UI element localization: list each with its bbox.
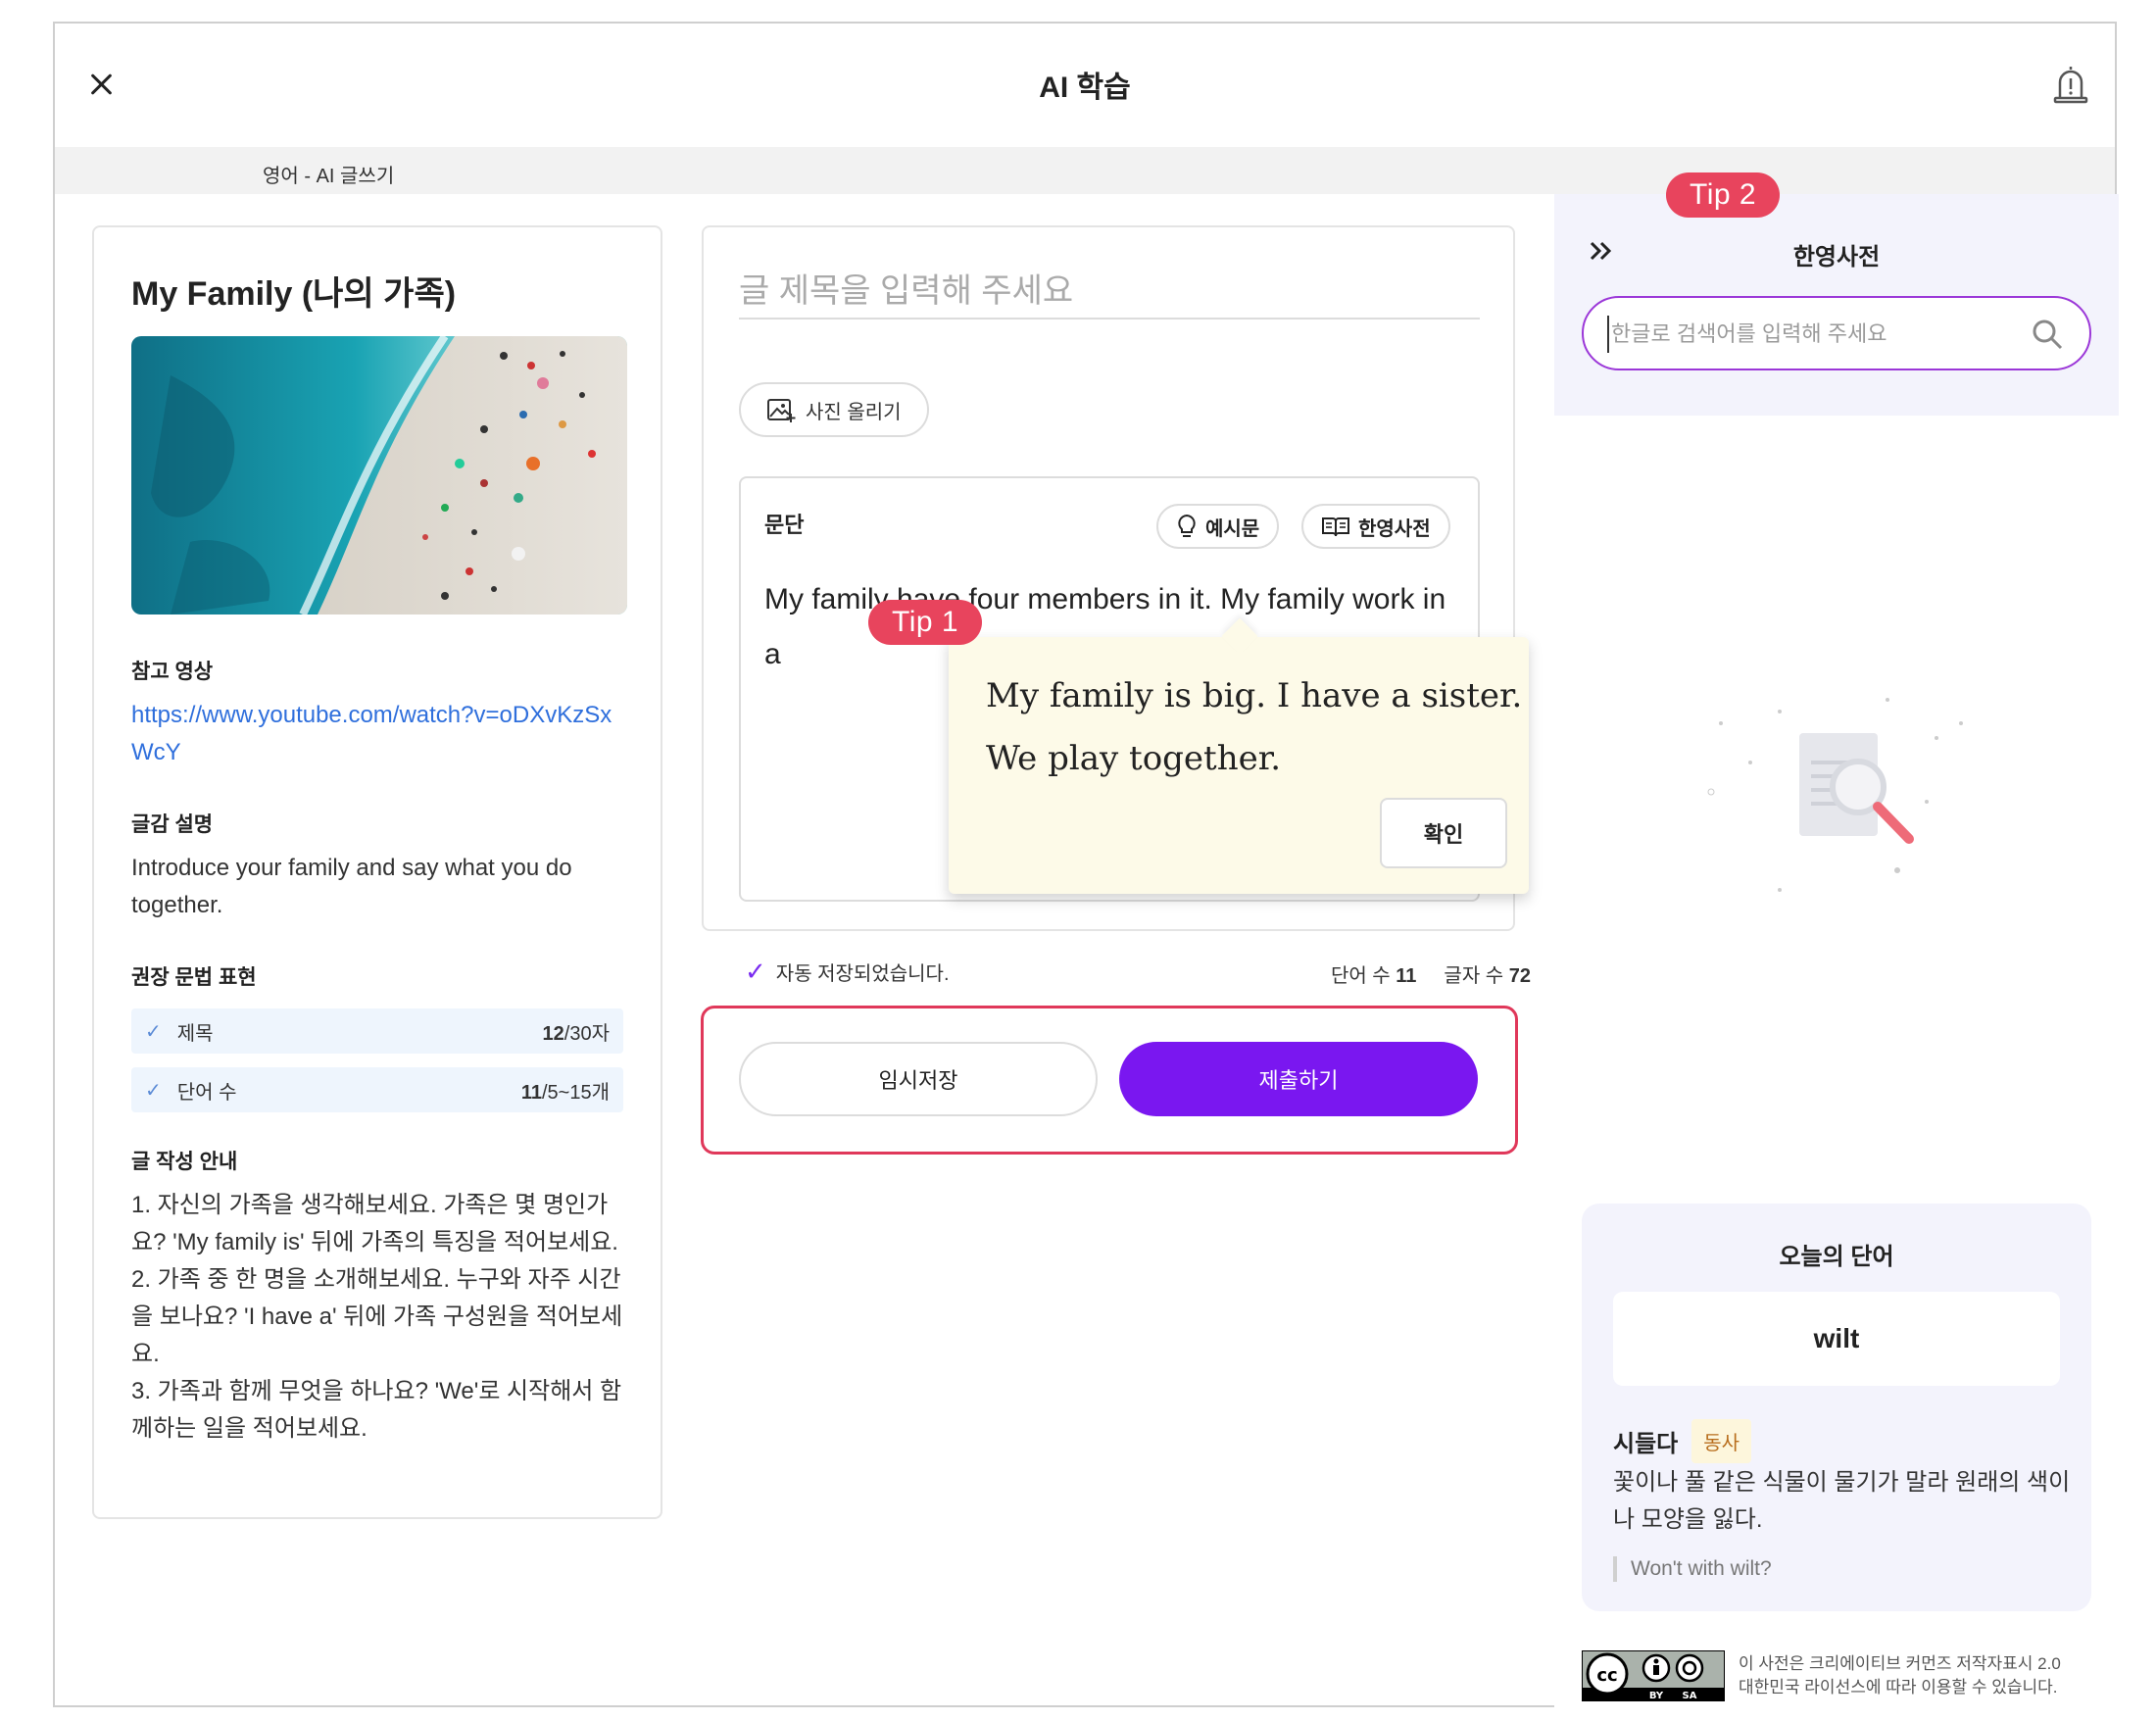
dictionary-header: 한영사전: [1554, 194, 2119, 416]
char-count: 글자 수 72: [1444, 965, 1531, 987]
guide-item: 3. 가족과 함께 무엇을 하나요? 'We'로 시작해서 함께하는 일을 적어…: [131, 1378, 622, 1442]
ref-video-link[interactable]: https://www.youtube.com/watch?v=oDXvKzSx…: [131, 697, 623, 771]
beach-photo: [131, 336, 627, 615]
topic-title: My Family (나의 가족): [131, 275, 457, 313]
upload-photo-label: 사진 올리기: [806, 401, 902, 423]
svg-text:SA: SA: [1683, 1691, 1697, 1701]
check-icon: ✓: [145, 1079, 162, 1102]
word-of-day-word: wilt: [1613, 1292, 2060, 1386]
guide-label: 글 작성 안내: [131, 1151, 238, 1173]
word-of-day-meaning: 시들다 동사: [1613, 1419, 1752, 1463]
breadcrumb-bar: 영어 - AI 글쓰기: [55, 147, 2115, 194]
dictionary-search: [1582, 296, 2091, 370]
tip-badge-2: Tip 2: [1666, 172, 1781, 218]
dictionary-button[interactable]: 한영사전: [1301, 504, 1450, 549]
breadcrumb: 영어 - AI 글쓰기: [263, 166, 395, 187]
desc-label: 글감 설명: [131, 813, 214, 836]
dictionary-button-label: 한영사전: [1358, 517, 1431, 540]
dictionary-book-icon: [1322, 517, 1349, 537]
app-window: AI 학습 영어 - AI 글쓰기 My Family (나의 가족) 참고 영…: [53, 22, 2119, 1707]
grammar-row-title: ✓ 제목 12/30자: [131, 1008, 623, 1054]
dictionary-panel: 한영사전 한글로 검색어를 입력해 주세요 오늘의 단어 wilt 시들다 동사…: [1554, 194, 2119, 1707]
part-of-speech-badge: 동사: [1691, 1419, 1752, 1463]
temp-save-button[interactable]: 임시저장: [739, 1042, 1098, 1116]
tip-badge-1: Tip 1: [868, 600, 983, 645]
example-button[interactable]: 예시문: [1156, 504, 1280, 549]
action-button-group: 임시저장 제출하기: [701, 1006, 1518, 1155]
grammar-row-count: 12/30자: [542, 1022, 610, 1045]
search-icon[interactable]: [2031, 318, 2064, 356]
text-counts: 단어 수 11 글자 수 72: [1270, 959, 1531, 988]
word-of-day-card: 오늘의 단어 wilt 시들다 동사 꽃이나 풀 같은 식물이 물기가 말라 원…: [1582, 1204, 2091, 1611]
title-input[interactable]: [739, 265, 1480, 320]
grammar-label: 권장 문법 표현: [131, 966, 257, 989]
autosave-status: ✓ 자동 저장되었습니다.: [745, 957, 950, 987]
ref-video-label: 참고 영상: [131, 661, 214, 683]
svg-text:cc: cc: [1596, 1665, 1617, 1686]
magnifier-document-illustration: [1701, 694, 1985, 900]
creative-commons-logo: cc BY SA: [1581, 1649, 1726, 1702]
lightbulb-icon: [1178, 514, 1196, 537]
example-button-label: 예시문: [1205, 517, 1260, 540]
dictionary-title: 한영사전: [1792, 244, 1881, 270]
grammar-row-label: 제목: [176, 1022, 214, 1045]
image-upload-icon: [767, 399, 796, 422]
check-icon: ✓: [745, 957, 766, 986]
tooltip-ok-button[interactable]: 확인: [1380, 798, 1507, 868]
topic-card: My Family (나의 가족) 참고 영상 https://www.yout…: [92, 225, 662, 1519]
guide-item: 2. 가족 중 한 명을 소개해보세요. 누구와 자주 시간을 보나요? 'I …: [131, 1266, 623, 1367]
autosave-text: 자동 저장되었습니다.: [775, 963, 950, 985]
grammar-row-words: ✓ 단어 수 11/5~15개: [131, 1067, 623, 1112]
tooltip-text: My family is big. I have a sister. We pl…: [986, 676, 1523, 778]
submit-button[interactable]: 제출하기: [1119, 1042, 1478, 1116]
word-of-day-definition: 꽃이나 풀 같은 식물이 물기가 말라 원래의 색이나 모양을 잃다.: [1613, 1469, 2071, 1533]
check-icon: ✓: [145, 1020, 162, 1043]
svg-text:BY: BY: [1649, 1691, 1664, 1701]
grammar-row-count: 11/5~15개: [520, 1081, 610, 1104]
paragraph-label: 문단: [764, 513, 805, 537]
desc-text: Introduce your family and say what you d…: [131, 855, 572, 918]
example-tooltip: My family is big. I have a sister. We pl…: [949, 637, 1529, 894]
grammar-row-label: 단어 수: [176, 1081, 237, 1104]
page-title: AI 학습: [1039, 72, 1131, 104]
guide-item: 1. 자신의 가족을 생각해보세요. 가족은 몇 명인가요? 'My famil…: [131, 1192, 618, 1255]
word-of-day-example: Won't with wilt?: [1613, 1556, 1772, 1582]
word-of-day-title: 오늘의 단어: [1779, 1244, 1894, 1270]
word-count: 단어 수 11: [1330, 965, 1417, 987]
dictionary-search-input[interactable]: [1607, 316, 2019, 353]
upload-photo-button[interactable]: 사진 올리기: [739, 382, 929, 437]
alert-bell-icon[interactable]: [2052, 65, 2089, 104]
license-notice: cc BY SA 이 사전은 크리에이티브 커먼즈 저작자표시 2.0 대한민국…: [1581, 1648, 2111, 1703]
license-text: 이 사전은 크리에이티브 커먼즈 저작자표시 2.0 대한민국 라이선스에 따라…: [1739, 1654, 2061, 1696]
